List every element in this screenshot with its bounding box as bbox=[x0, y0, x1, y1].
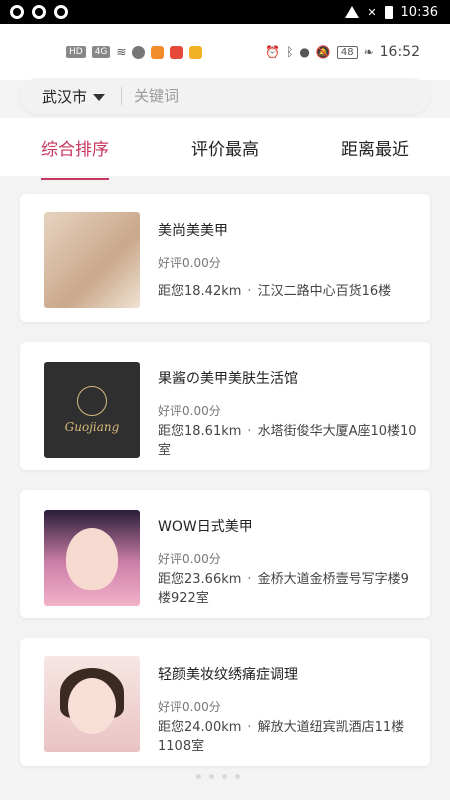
mute-icon: 🔕 bbox=[315, 45, 331, 59]
shop-thumbnail bbox=[44, 510, 140, 606]
app-status-bar: HD 4G ≋ ⏰ ᛒ ● 🔕 48 ❧ 16:52 bbox=[0, 24, 450, 80]
shop-name: 美尚美美甲 bbox=[158, 223, 228, 239]
shop-rating: 好评0.00分 bbox=[158, 256, 221, 270]
shop-rating: 好评0.00分 bbox=[158, 700, 221, 714]
sync-icon bbox=[10, 5, 24, 19]
wifi-icon bbox=[345, 6, 360, 18]
search-divider bbox=[121, 87, 123, 105]
shop-card[interactable]: Guojiang 果酱の美甲美肤生活馆 好评0.00分 距您18.61km · 水塔… bbox=[20, 342, 430, 470]
shop-address: 江汉二路中心百货16楼 bbox=[257, 284, 392, 299]
shop-rating: 好评0.00分 bbox=[158, 404, 221, 418]
tab-top-rated[interactable]: 评价最高 bbox=[191, 129, 259, 166]
page-dot bbox=[222, 774, 227, 779]
battery-level: 48 bbox=[336, 45, 358, 59]
portrait-face bbox=[68, 678, 116, 734]
system-time: 10:36 bbox=[400, 4, 438, 20]
chevron-down-icon bbox=[93, 93, 106, 101]
signal-4g-icon: 4G bbox=[91, 46, 111, 58]
tab-comprehensive[interactable]: 综合排序 bbox=[41, 129, 109, 180]
page-indicator bbox=[196, 774, 240, 779]
app-status-left: HD 4G ≋ bbox=[66, 45, 203, 59]
shop-card[interactable]: WOW日式美甲 好评0.00分 距您23.66km · 金桥大道金桥壹号写字楼9楼9… bbox=[20, 490, 430, 618]
shop-name: 果酱の美甲美肤生活馆 bbox=[158, 371, 298, 387]
location-icon: ● bbox=[299, 45, 310, 59]
search-bar: 武汉市 bbox=[20, 78, 430, 114]
app-status-right: ⏰ ᛒ ● 🔕 48 ❧ 16:52 bbox=[265, 44, 420, 60]
shop-location: 距您23.66km · 金桥大道金桥壹号写字楼9楼922室 bbox=[158, 572, 409, 606]
leaf-icon: ❧ bbox=[363, 45, 374, 59]
shop-location: 距您18.42km · 江汉二路中心百货16楼 bbox=[158, 284, 392, 299]
app-icon bbox=[189, 45, 203, 59]
app-icon bbox=[151, 45, 165, 59]
shop-rating: 好评0.00分 bbox=[158, 552, 221, 566]
city-label: 武汉市 bbox=[42, 87, 88, 106]
shop-thumbnail: Guojiang bbox=[44, 362, 140, 458]
page-dot bbox=[235, 774, 240, 779]
shop-distance: 距您23.66km bbox=[158, 572, 242, 587]
shop-logo-text: Guojiang bbox=[64, 420, 120, 434]
shop-name: 轻颜美妆纹绣痛症调理 bbox=[158, 667, 298, 683]
shop-location: 距您18.61km · 水塔街俊华大厦A座10楼10室 bbox=[158, 424, 417, 458]
shop-distance: 距您18.42km bbox=[158, 284, 242, 299]
shop-location: 距您24.00km · 解放大道纽宾凯酒店11楼1108室 bbox=[158, 720, 405, 754]
no-signal-icon: ✕ bbox=[367, 5, 377, 19]
sort-tabs: 综合排序 评价最高 距离最近 bbox=[0, 118, 450, 180]
shop-list: 美尚美美甲 好评0.00分 距您18.42km · 江汉二路中心百货16楼 Guoj… bbox=[20, 194, 430, 786]
keyword-input[interactable] bbox=[134, 87, 375, 105]
city-selector[interactable]: 武汉市 bbox=[42, 86, 106, 107]
wifi-icon: ≋ bbox=[116, 45, 127, 59]
page-dot bbox=[196, 774, 201, 779]
alarm-icon: ⏰ bbox=[265, 45, 281, 59]
shop-distance: 距您18.61km bbox=[158, 424, 242, 439]
portrait-image bbox=[66, 528, 118, 590]
battery-icon bbox=[384, 5, 393, 19]
shop-logo-icon bbox=[77, 386, 107, 416]
sync-icon bbox=[54, 5, 68, 19]
notification-icons bbox=[10, 5, 68, 19]
system-status-bar: ✕ 10:36 bbox=[0, 0, 450, 24]
bluetooth-icon: ᛒ bbox=[286, 45, 294, 59]
app-icon bbox=[170, 45, 184, 59]
app-icon bbox=[132, 45, 146, 59]
hd-icon: HD bbox=[66, 46, 86, 58]
shop-card[interactable]: 美尚美美甲 好评0.00分 距您18.42km · 江汉二路中心百货16楼 bbox=[20, 194, 430, 322]
system-indicators: ✕ 10:36 bbox=[345, 5, 438, 20]
shop-thumbnail bbox=[44, 656, 140, 752]
sync-icon bbox=[32, 5, 46, 19]
page-dot bbox=[209, 774, 214, 779]
tab-nearest[interactable]: 距离最近 bbox=[341, 129, 409, 166]
shop-thumbnail bbox=[44, 212, 140, 308]
app-time: 16:52 bbox=[379, 44, 420, 60]
shop-name: WOW日式美甲 bbox=[158, 519, 253, 535]
shop-distance: 距您24.00km bbox=[158, 720, 242, 735]
shop-card[interactable]: 轻颜美妆纹绣痛症调理 好评0.00分 距您24.00km · 解放大道纽宾凯酒店11… bbox=[20, 638, 430, 766]
